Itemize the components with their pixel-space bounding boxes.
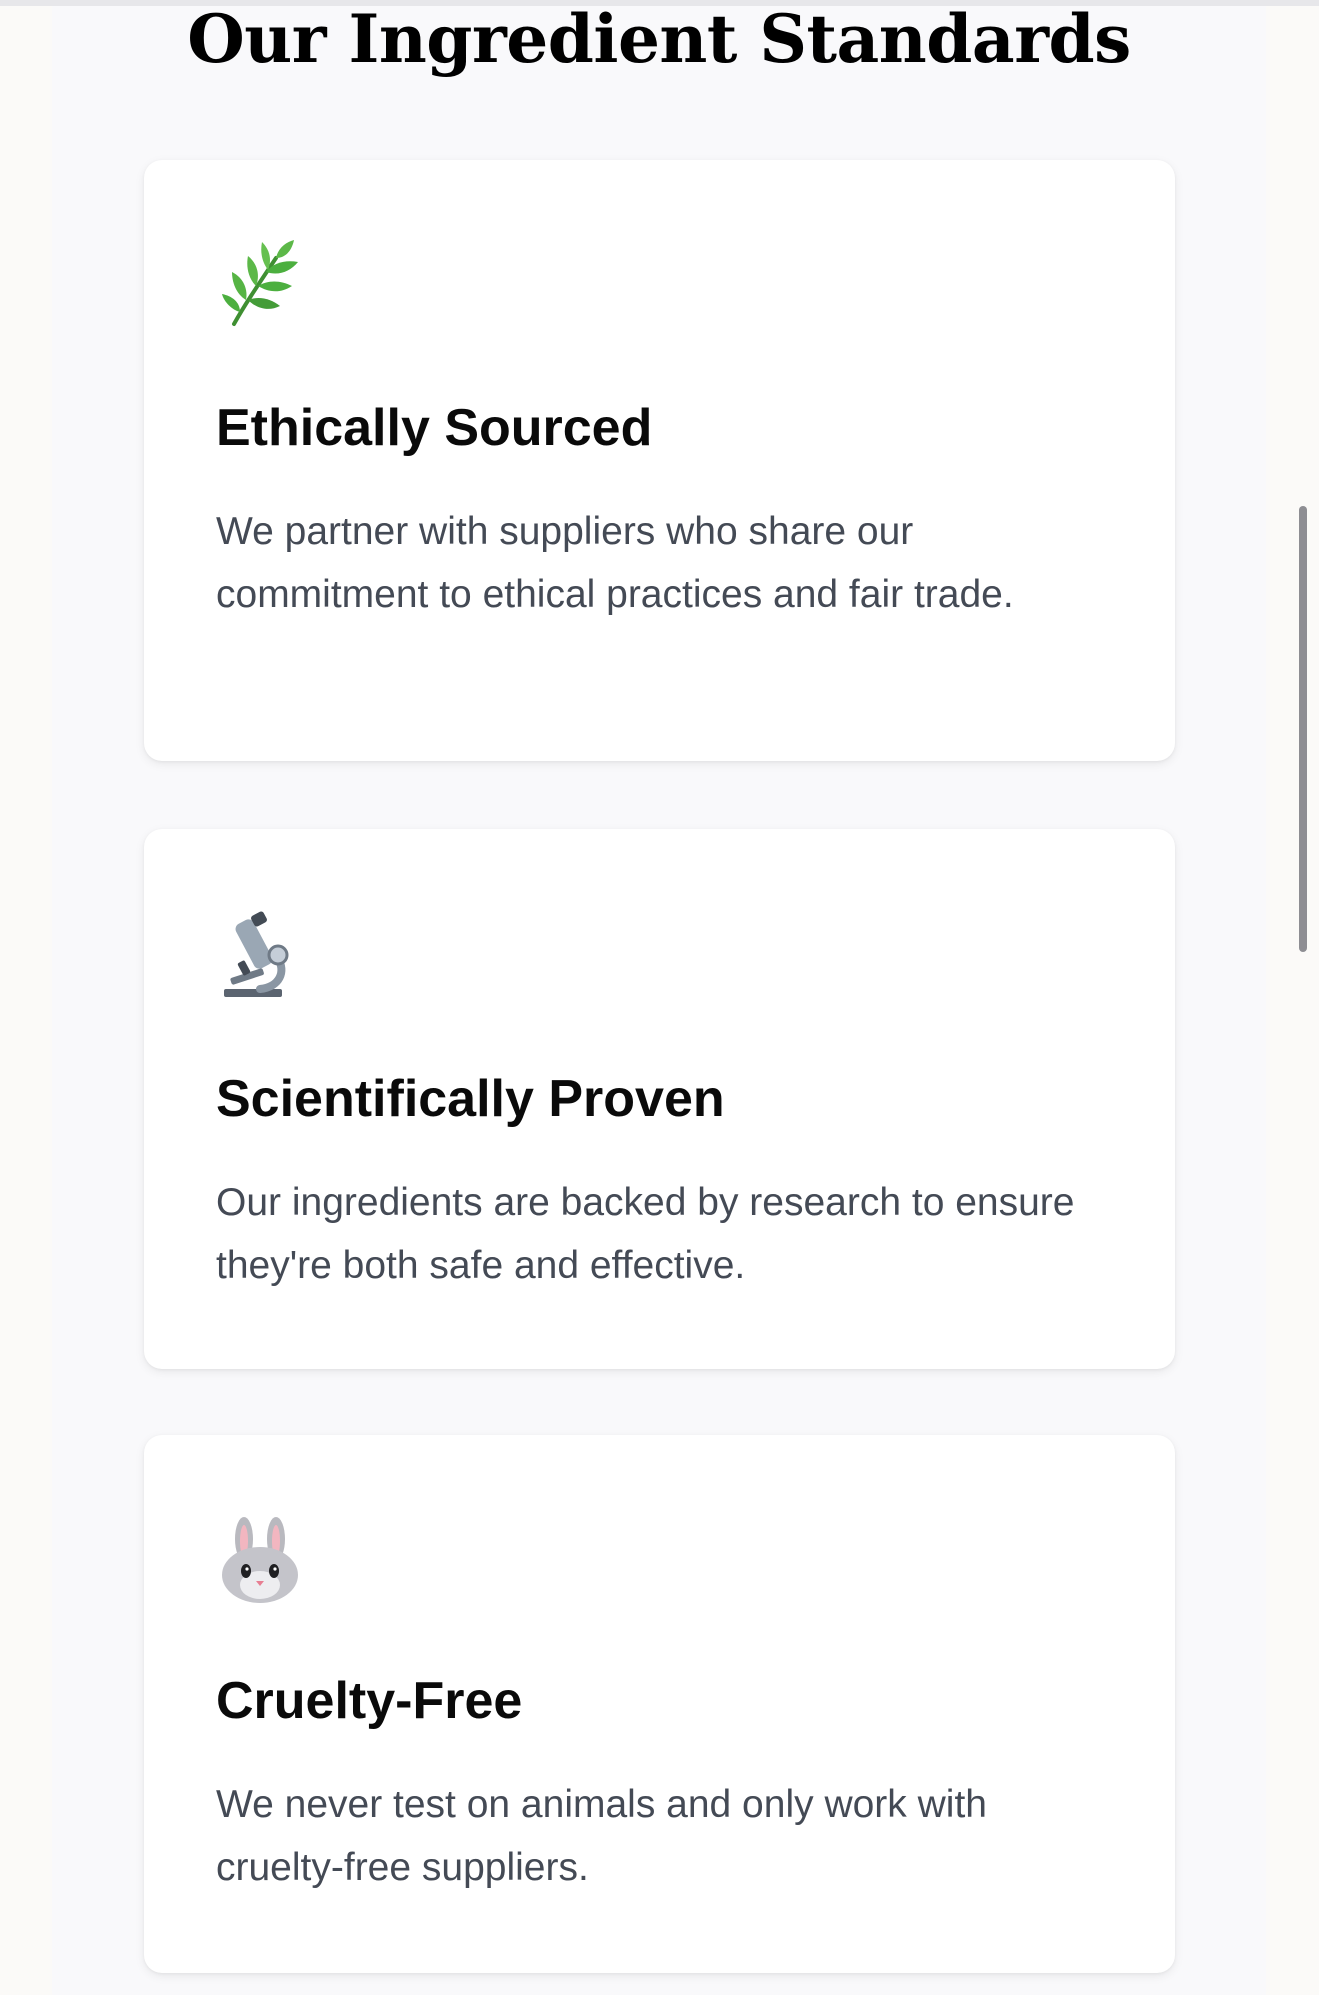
card-title: Cruelty-Free (216, 1672, 523, 1730)
card-description: We partner with suppliers who share our … (216, 510, 1014, 616)
standard-card-scientifically-proven: Scientifically Proven Our ingredients ar… (144, 829, 1175, 1369)
standard-card-ethically-sourced: Ethically Sourced We partner with suppli… (144, 160, 1175, 761)
microscope-icon (214, 909, 306, 1001)
card-description: We never test on animals and only work w… (216, 1783, 987, 1889)
vertical-scrollbar[interactable] (1299, 506, 1307, 952)
card-description: Our ingredients are backed by research t… (216, 1181, 1075, 1287)
card-title: Ethically Sourced (216, 399, 653, 457)
standard-card-cruelty-free: Cruelty-Free We never test on animals an… (144, 1435, 1175, 1973)
rabbit-face-icon (214, 1515, 306, 1607)
ingredient-standards-section: Our Ingredient Standards Ethically Sourc… (52, 6, 1266, 1995)
section-title: Our Ingredient Standards (187, 0, 1131, 78)
card-title: Scientifically Proven (216, 1070, 725, 1128)
herb-icon (214, 236, 306, 328)
